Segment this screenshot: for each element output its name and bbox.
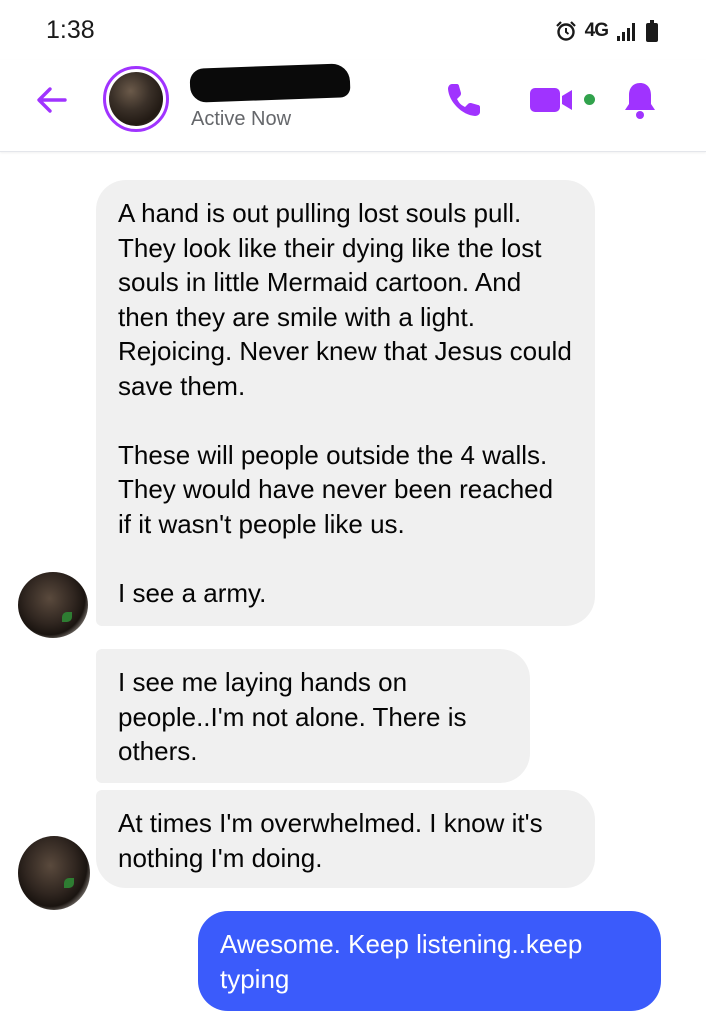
incoming-message[interactable]: At times I'm overwhelmed. I know it's no… — [96, 790, 595, 888]
contact-avatar[interactable] — [103, 66, 169, 132]
video-camera-icon[interactable] — [528, 84, 576, 116]
signal-icon — [617, 23, 635, 41]
sender-avatar[interactable] — [18, 572, 88, 638]
incoming-message[interactable]: A hand is out pulling lost souls pull. T… — [96, 180, 595, 626]
avatar-detail — [62, 612, 72, 622]
chat-header: Active Now — [0, 60, 706, 152]
network-label: 4G — [584, 20, 609, 41]
active-status: Active Now — [191, 108, 292, 130]
outgoing-message[interactable]: Awesome. Keep listening..keep typing — [198, 911, 661, 1011]
message-paragraph: These will people outside the 4 walls. T… — [118, 439, 554, 539]
incoming-message[interactable]: I see me laying hands on people..I'm not… — [96, 649, 530, 783]
sender-avatar[interactable] — [18, 836, 90, 910]
message-paragraph: A hand is out pulling lost souls pull. T… — [118, 198, 572, 401]
avatar-image — [109, 72, 163, 126]
status-bar: 1:38 4G — [0, 0, 706, 60]
battery-icon — [646, 20, 658, 42]
phone-icon[interactable] — [444, 80, 484, 120]
back-arrow-icon — [37, 87, 67, 113]
back-button[interactable] — [30, 82, 74, 118]
status-icons: 4G — [555, 20, 658, 42]
active-indicator-dot — [584, 94, 595, 105]
message-paragraph: Awesome. Keep listening..keep typing — [220, 929, 583, 994]
alarm-icon — [555, 21, 576, 41]
message-paragraph: I see a army. — [118, 577, 267, 608]
bell-icon[interactable] — [622, 80, 658, 120]
redacted-contact-name — [189, 63, 351, 103]
message-paragraph: At times I'm overwhelmed. I know it's no… — [118, 808, 543, 873]
message-paragraph: I see me laying hands on people..I'm not… — [118, 667, 467, 766]
status-time: 1:38 — [46, 16, 95, 44]
avatar-detail — [64, 878, 74, 888]
